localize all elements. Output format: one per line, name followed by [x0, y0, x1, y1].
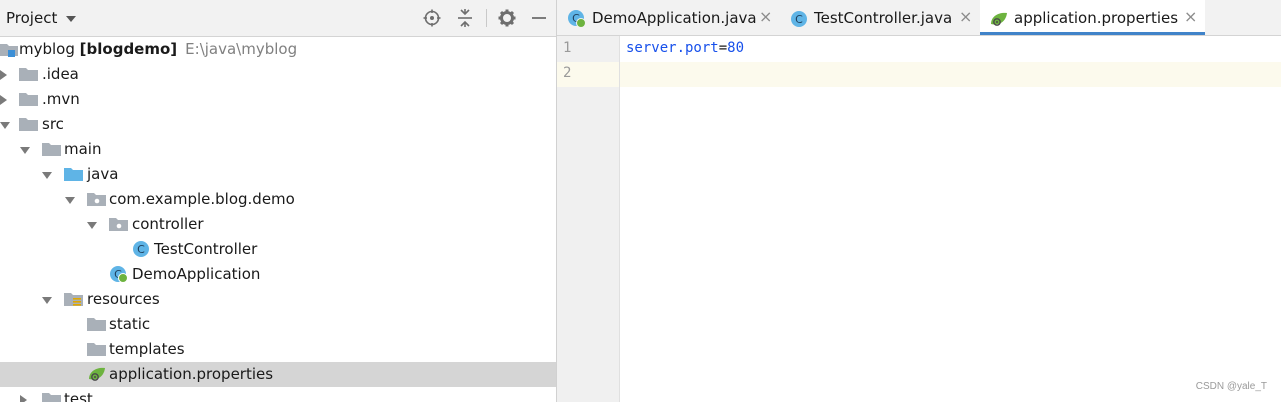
folder-icon: [19, 93, 38, 106]
tab-label: application.properties: [1014, 9, 1179, 27]
chevron-down-icon[interactable]: [66, 16, 76, 22]
tab-label: DemoApplication.java: [592, 9, 757, 27]
tree-item-label: controller: [132, 215, 204, 233]
spring-properties-icon: [89, 367, 105, 381]
hide-icon[interactable]: [529, 8, 549, 28]
folder-icon: [87, 318, 106, 331]
svg-text:C: C: [137, 243, 145, 256]
tree-item-application-properties[interactable]: application.properties: [0, 362, 556, 387]
tree-item-idea[interactable]: .idea: [0, 62, 556, 87]
line-number: 1: [563, 40, 572, 56]
tree-item-label: DemoApplication: [132, 265, 261, 283]
toolbar-separator: [486, 9, 487, 27]
chevron-right-icon[interactable]: [0, 70, 7, 80]
module-folder-icon: [0, 44, 18, 57]
tree-item-templates[interactable]: templates: [0, 337, 556, 362]
watermark: CSDN @yale_T: [1195, 381, 1267, 392]
root-module-name: [blogdemo]: [79, 40, 178, 58]
collapse-all-icon[interactable]: [455, 8, 475, 28]
tree-item-package-controller[interactable]: controller: [0, 212, 556, 237]
folder-icon: [19, 118, 38, 131]
ide-window: Project myblog [blogdemo] E:\java\myblog…: [0, 0, 1281, 402]
tree-item-test[interactable]: test: [0, 387, 556, 402]
property-separator: =: [718, 40, 728, 56]
close-icon[interactable]: ×: [759, 7, 772, 26]
source-folder-icon: [64, 168, 83, 181]
chevron-down-icon[interactable]: [87, 222, 97, 229]
editor-area: C DemoApplication.java × C TestControlle…: [557, 0, 1281, 402]
tree-item-label: java: [87, 165, 119, 183]
folder-icon: [42, 393, 61, 402]
tree-root-myblog[interactable]: myblog [blogdemo] E:\java\myblog: [0, 37, 556, 62]
line-number-gutter: [557, 36, 620, 402]
code-editor[interactable]: server.port=80: [626, 40, 744, 56]
tree-item-label: .mvn: [42, 90, 80, 108]
tree-root-label: myblog [blogdemo] E:\java\myblog: [19, 40, 297, 58]
tree-item-label: resources: [87, 290, 160, 308]
locate-icon[interactable]: [422, 8, 442, 28]
chevron-right-icon[interactable]: [20, 395, 27, 402]
folder-icon: [19, 68, 38, 81]
tree-item-testcontroller[interactable]: C TestController: [0, 237, 556, 262]
gear-icon[interactable]: [497, 8, 517, 28]
tree-item-main[interactable]: main: [0, 137, 556, 162]
tab-demoapplication-java[interactable]: C DemoApplication.java ×: [557, 0, 779, 35]
property-value: 80: [727, 40, 745, 56]
chevron-down-icon[interactable]: [65, 197, 75, 204]
tree-item-label: TestController: [154, 240, 258, 258]
tree-item-src[interactable]: src: [0, 112, 556, 137]
project-view-selector[interactable]: Project: [6, 9, 57, 27]
package-icon: [109, 218, 128, 231]
tab-label: TestController.java: [814, 9, 953, 27]
editor-tab-bar: C DemoApplication.java × C TestControlle…: [557, 0, 1281, 36]
tree-item-label: static: [109, 315, 151, 333]
tree-item-mvn[interactable]: .mvn: [0, 87, 556, 112]
tree-item-java[interactable]: java: [0, 162, 556, 187]
root-path: E:\java\myblog: [185, 40, 298, 58]
spring-properties-icon: [991, 12, 1007, 26]
tree-item-label: .idea: [42, 65, 79, 83]
chevron-down-icon[interactable]: [42, 172, 52, 179]
tab-testcontroller-java[interactable]: C TestController.java ×: [779, 0, 980, 35]
property-key: server.port: [626, 40, 719, 56]
close-icon[interactable]: ×: [1184, 7, 1197, 26]
chevron-right-icon[interactable]: [0, 95, 7, 105]
tree-item-label: com.example.blog.demo: [109, 190, 295, 208]
line-number: 2: [563, 65, 572, 81]
close-icon[interactable]: ×: [959, 7, 972, 26]
tree-item-label: templates: [109, 340, 185, 358]
tree-item-package-demo[interactable]: com.example.blog.demo: [0, 187, 556, 212]
project-panel-header: Project: [0, 0, 556, 37]
chevron-down-icon[interactable]: [0, 122, 10, 129]
tree-item-resources[interactable]: resources: [0, 287, 556, 312]
tree-item-label: test: [64, 390, 93, 402]
root-name: myblog: [19, 40, 75, 58]
tree-item-label: src: [42, 115, 64, 133]
tree-item-demoapplication[interactable]: C DemoApplication: [0, 262, 556, 287]
spring-boot-class-icon: C: [568, 10, 586, 28]
svg-text:C: C: [795, 13, 803, 26]
chevron-down-icon[interactable]: [42, 297, 52, 304]
spring-boot-class-icon: C: [110, 266, 128, 283]
tab-application-properties[interactable]: application.properties ×: [980, 0, 1205, 35]
package-icon: [87, 193, 106, 206]
tree-item-label: main: [64, 140, 102, 158]
java-class-icon: C: [791, 11, 807, 27]
tree-item-label: application.properties: [109, 365, 274, 383]
folder-icon: [42, 143, 61, 156]
project-tool-window: Project myblog [blogdemo] E:\java\myblog…: [0, 0, 557, 402]
chevron-down-icon[interactable]: [20, 147, 30, 154]
resources-folder-icon: [64, 293, 83, 306]
current-line-highlight: [620, 62, 1281, 87]
java-class-icon: C: [133, 241, 149, 257]
folder-icon: [87, 343, 106, 356]
tree-item-static[interactable]: static: [0, 312, 556, 337]
